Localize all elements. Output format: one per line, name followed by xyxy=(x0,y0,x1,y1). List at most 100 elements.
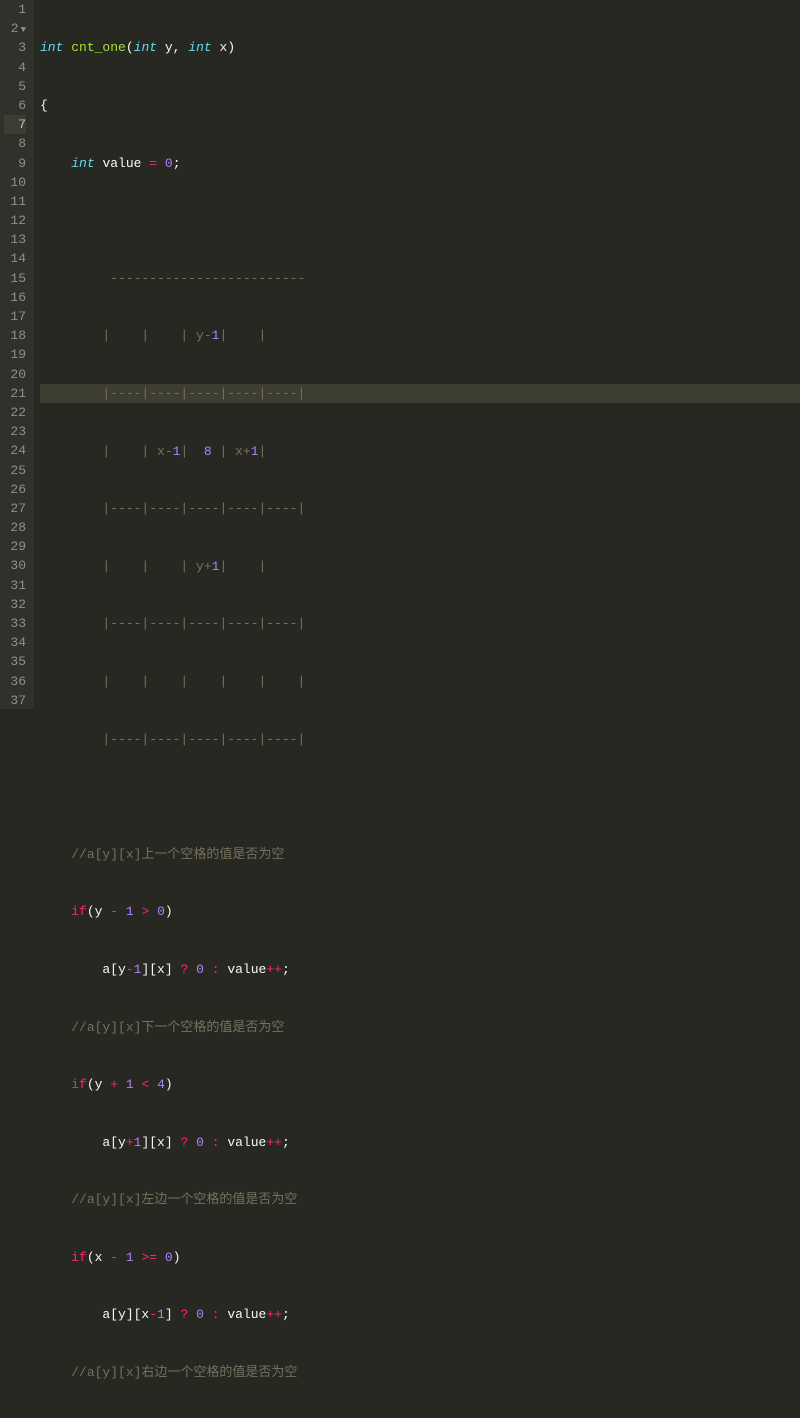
text xyxy=(204,1307,212,1322)
identifier: value xyxy=(102,156,141,171)
line-number[interactable]: 23 xyxy=(4,422,26,441)
line-number[interactable]: 1 xyxy=(4,0,26,19)
line-number[interactable]: 14 xyxy=(4,249,26,268)
operator: = xyxy=(149,156,157,171)
line-number[interactable]: 31 xyxy=(4,576,26,595)
paren: ) xyxy=(227,40,235,55)
code-line[interactable]: if(y - 1 > 0) xyxy=(40,902,800,921)
operator: ? xyxy=(180,1307,188,1322)
code-line[interactable]: |----|----|----|----|----| xyxy=(40,499,800,518)
operator: > xyxy=(141,904,149,919)
line-number[interactable]: 6 xyxy=(4,96,26,115)
line-number[interactable]: 26 xyxy=(4,480,26,499)
line-number[interactable]: 4 xyxy=(4,58,26,77)
comment: | | | | | | xyxy=(71,674,305,689)
code-line[interactable]: //a[y][x]上一个空格的值是否为空 xyxy=(40,845,800,864)
line-number[interactable]: 30 xyxy=(4,556,26,575)
comment: | xyxy=(180,444,203,459)
line-number[interactable]: 20 xyxy=(4,365,26,384)
line-number[interactable]: 12 xyxy=(4,211,26,230)
line-number[interactable]: 10 xyxy=(4,173,26,192)
paren: ) xyxy=(165,904,173,919)
text: (y xyxy=(87,904,110,919)
line-number[interactable]: 9 xyxy=(4,154,26,173)
code-line[interactable]: a[y-1][x] ? 0 : value++; xyxy=(40,960,800,979)
keyword-if: if xyxy=(71,904,87,919)
identifier: value xyxy=(220,1307,267,1322)
line-number[interactable]: 13 xyxy=(4,230,26,249)
line-number[interactable]: 22 xyxy=(4,403,26,422)
number: 0 xyxy=(196,1135,204,1150)
operator: ++ xyxy=(266,1307,282,1322)
keyword: int xyxy=(188,40,211,55)
code-line[interactable]: { xyxy=(40,96,800,115)
comment: | x+ xyxy=(212,444,251,459)
text xyxy=(204,1135,212,1150)
line-number[interactable]: 18 xyxy=(4,326,26,345)
line-number[interactable]: 3 xyxy=(4,38,26,57)
code-line[interactable]: a[y][x-1] ? 0 : value++; xyxy=(40,1305,800,1324)
line-number[interactable]: 16 xyxy=(4,288,26,307)
line-number[interactable]: 32 xyxy=(4,595,26,614)
text xyxy=(204,962,212,977)
line-number[interactable]: 28 xyxy=(4,518,26,537)
code-line[interactable]: int value = 0; xyxy=(40,154,800,173)
code-line[interactable]: if(y + 1 < 4) xyxy=(40,1075,800,1094)
code-line[interactable]: | | x-1| 8 | x+1| xyxy=(40,442,800,461)
text xyxy=(134,1250,142,1265)
line-number[interactable]: 34 xyxy=(4,633,26,652)
code-line[interactable]: if(x - 1 >= 0) xyxy=(40,1248,800,1267)
line-number[interactable]: 21 xyxy=(4,384,26,403)
operator: ? xyxy=(180,962,188,977)
code-line[interactable]: |----|----|----|----|----| xyxy=(40,730,800,749)
line-number[interactable]: 25 xyxy=(4,461,26,480)
code-line[interactable]: ------------------------- xyxy=(40,269,800,288)
identifier: y xyxy=(165,40,173,55)
function-name: cnt_one xyxy=(71,40,126,55)
brace: { xyxy=(40,98,48,113)
line-number[interactable]: 37 xyxy=(4,691,26,710)
line-number[interactable]: 24 xyxy=(4,441,26,460)
line-number[interactable]: 36 xyxy=(4,672,26,691)
text xyxy=(149,904,157,919)
comment: |----|----|----|----|----| xyxy=(71,386,305,401)
code-line[interactable]: int cnt_one(int y, int x) xyxy=(40,38,800,57)
fold-icon[interactable]: ▼ xyxy=(21,25,26,35)
number: 0 xyxy=(196,1307,204,1322)
comma: , xyxy=(173,40,181,55)
code-line[interactable]: //a[y][x]右边一个空格的值是否为空 xyxy=(40,1363,800,1382)
line-number[interactable]: 8 xyxy=(4,134,26,153)
code-line[interactable]: |----|----|----|----|----| xyxy=(40,614,800,633)
line-number[interactable]: 27 xyxy=(4,499,26,518)
code-line[interactable]: | | | | | | xyxy=(40,672,800,691)
comment: | | x- xyxy=(71,444,172,459)
code-line[interactable] xyxy=(40,211,800,230)
paren: ) xyxy=(173,1250,181,1265)
line-number[interactable]: 19 xyxy=(4,345,26,364)
comment: //a[y][x]上一个空格的值是否为空 xyxy=(71,847,284,862)
line-number[interactable]: 15 xyxy=(4,269,26,288)
comment: | | | y- xyxy=(71,328,211,343)
code-line[interactable]: | | | y-1| | xyxy=(40,326,800,345)
line-number[interactable]: 2▼ xyxy=(4,19,26,38)
line-number[interactable]: 11 xyxy=(4,192,26,211)
line-number[interactable]: 29 xyxy=(4,537,26,556)
code-line[interactable]: a[y+1][x] ? 0 : value++; xyxy=(40,1133,800,1152)
line-number[interactable]: 5 xyxy=(4,77,26,96)
line-number-active[interactable]: 7 xyxy=(4,115,26,134)
code-line[interactable]: //a[y][x]下一个空格的值是否为空 xyxy=(40,1018,800,1037)
code-line[interactable] xyxy=(40,787,800,806)
comment: | | xyxy=(219,328,266,343)
line-number[interactable]: 17 xyxy=(4,307,26,326)
text xyxy=(188,962,196,977)
code-line[interactable]: | | | y+1| | xyxy=(40,557,800,576)
line-number-gutter[interactable]: 1 2▼ 3 4 5 6 7 8 9 10 11 12 13 14 15 16 … xyxy=(0,0,34,709)
line-number[interactable]: 35 xyxy=(4,652,26,671)
code-line[interactable]: |----|----|----|----|----| xyxy=(40,384,800,403)
number: 1 xyxy=(134,1135,142,1150)
comment: | | xyxy=(219,559,266,574)
code-editor[interactable]: 1 2▼ 3 4 5 6 7 8 9 10 11 12 13 14 15 16 … xyxy=(0,0,800,709)
line-number[interactable]: 33 xyxy=(4,614,26,633)
code-line[interactable]: //a[y][x]左边一个空格的值是否为空 xyxy=(40,1190,800,1209)
code-area[interactable]: int cnt_one(int y, int x) { int value = … xyxy=(34,0,800,709)
